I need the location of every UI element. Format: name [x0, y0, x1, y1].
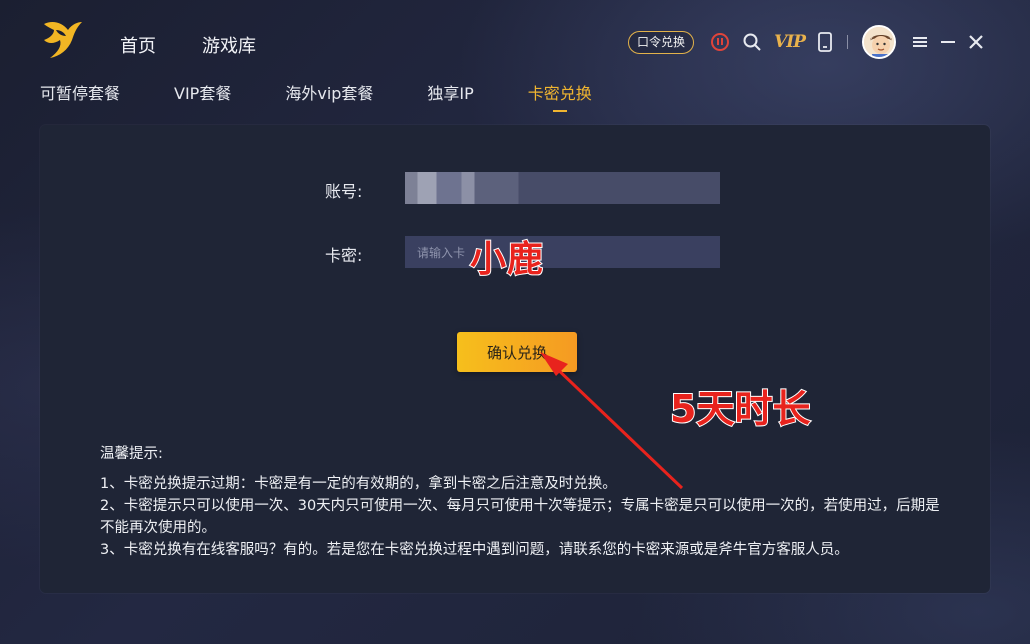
tip-item: 2、卡密提示只可以使用一次、30天内只可使用一次、每月只可使用十次等提示；专属卡… [100, 498, 940, 536]
nav-game-library[interactable]: 游戏库 [202, 32, 256, 58]
tip-item: 3、卡密兑换有在线客服吗？有的。若是您在卡密兑换过程中遇到问题，请联系您的卡密来… [100, 542, 849, 558]
tab-vip-package[interactable]: VIP套餐 [174, 80, 231, 104]
tab-card-redeem[interactable]: 卡密兑换 [528, 80, 592, 112]
card-input-placeholder: 请输入卡 [417, 245, 466, 260]
tab-pausable-package[interactable]: 可暂停套餐 [40, 80, 120, 104]
title-bar: 首页 游戏库 口令兑换 VIP [0, 0, 1030, 70]
card-input[interactable]: 请输入卡 [405, 236, 720, 268]
app-logo-icon [44, 22, 82, 58]
account-label: 账号: [325, 182, 363, 201]
voucher-redeem-button[interactable]: 口令兑换 [628, 30, 695, 54]
search-icon[interactable] [742, 32, 762, 52]
close-icon[interactable] [968, 34, 984, 50]
package-tabs: 可暂停套餐 VIP套餐 海外vip套餐 独享IP 卡密兑换 [40, 80, 646, 112]
minimize-icon[interactable] [940, 35, 956, 49]
tool-divider [847, 35, 848, 49]
tip-item: 1、卡密兑换提示过期：卡密是有一定的有效期的，拿到卡密之后注意及时兑换。 [100, 476, 617, 492]
card-label: 卡密: [325, 246, 363, 265]
menu-icon[interactable] [912, 35, 928, 49]
annotation-label-1: 小鹿 [469, 238, 545, 281]
top-nav: 首页 游戏库 [120, 32, 302, 58]
redeem-panel: 账号: 卡密: 请输入卡 确认兑换 温馨提示: 1、卡密兑换提示过期：卡密是有一… [40, 125, 990, 593]
tips-title: 温馨提示: [100, 446, 163, 462]
annotation-label-2: 5天时长 [669, 386, 811, 432]
account-field [405, 172, 720, 204]
nav-home[interactable]: 首页 [120, 32, 156, 58]
vip-icon[interactable]: VIP [774, 32, 806, 52]
avatar[interactable] [862, 25, 896, 59]
window-tools: 口令兑换 VIP [628, 24, 990, 60]
tips-section: 温馨提示: 1、卡密兑换提示过期：卡密是有一定的有效期的，拿到卡密之后注意及时兑… [100, 443, 940, 561]
phone-icon[interactable] [817, 32, 833, 52]
tab-dedicated-ip[interactable]: 独享IP [427, 80, 473, 104]
tab-overseas-vip-package[interactable]: 海外vip套餐 [285, 80, 373, 104]
confirm-redeem-button[interactable]: 确认兑换 [457, 332, 577, 372]
power-icon[interactable] [710, 32, 730, 52]
